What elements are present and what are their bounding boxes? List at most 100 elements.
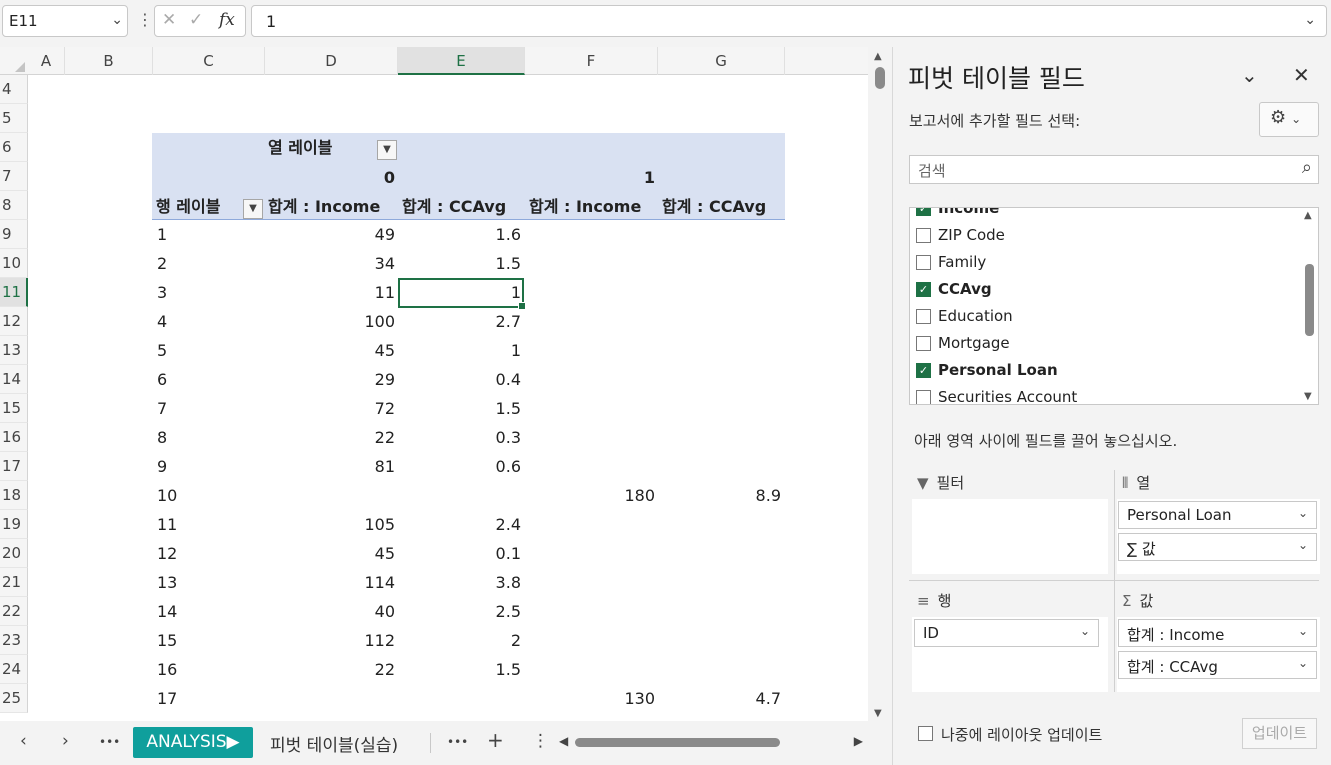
add-sheet-button[interactable]: + <box>487 728 504 752</box>
field-list-settings-button[interactable]: ⚙ ⌄ <box>1259 102 1319 137</box>
scrollbar-thumb[interactable] <box>875 67 885 89</box>
pivot-value-cell[interactable] <box>525 626 655 655</box>
pivot-value-cell[interactable]: 22 <box>265 655 395 684</box>
value-field-item[interactable]: 합계 : CCAvg ⌄ <box>1118 651 1317 679</box>
field-list[interactable]: ✓ Income ZIP Code Family ✓ CCAvg Education Mort… <box>909 207 1319 405</box>
pane-options-chevron-icon[interactable]: ⌄ <box>1241 63 1258 87</box>
row-header[interactable]: 25 <box>0 684 28 713</box>
cancel-icon[interactable]: ✕ <box>162 10 176 30</box>
pivot-value-cell[interactable] <box>525 278 655 307</box>
pivot-row-id[interactable]: 10 <box>157 481 257 510</box>
pivot-value-cell[interactable]: 8.9 <box>658 481 781 510</box>
close-icon[interactable]: ✕ <box>1293 63 1310 87</box>
pivot-value-cell[interactable]: 2.4 <box>398 510 521 539</box>
pivot-value-cell[interactable]: 1.5 <box>398 655 521 684</box>
pivot-value-cell[interactable]: 45 <box>265 539 395 568</box>
pivot-value-cell[interactable]: 2.5 <box>398 597 521 626</box>
scrollbar-thumb[interactable] <box>575 738 780 747</box>
pivot-value-cell[interactable]: 180 <box>525 481 655 510</box>
row-header[interactable]: 18 <box>0 481 28 510</box>
scroll-right-icon[interactable]: ▶ <box>854 734 863 748</box>
row-header[interactable]: 8 <box>0 191 28 220</box>
row-header[interactable]: 22 <box>0 597 28 626</box>
column-header-a[interactable]: A <box>28 47 65 75</box>
checkbox-checked-icon[interactable]: ✓ <box>916 282 931 297</box>
pivot-value-cell[interactable]: 2 <box>398 626 521 655</box>
chevron-down-icon[interactable]: ⌄ <box>1298 656 1308 670</box>
pivot-value-cell[interactable]: 0.1 <box>398 539 521 568</box>
pivot-value-cell[interactable] <box>658 365 781 394</box>
chevron-down-icon[interactable]: ⌄ <box>1298 506 1308 520</box>
pivot-value-cell[interactable] <box>265 481 395 510</box>
checkbox-checked-icon[interactable]: ✓ <box>916 208 931 216</box>
checkbox-icon[interactable] <box>916 228 931 243</box>
pivot-value-cell[interactable] <box>525 568 655 597</box>
chevron-down-icon[interactable]: ⌄ <box>1298 624 1308 638</box>
scroll-up-icon[interactable]: ▲ <box>1304 210 1312 221</box>
pivot-row-id[interactable]: 15 <box>157 626 257 655</box>
column-header-d[interactable]: D <box>265 47 398 75</box>
pivot-value-cell[interactable] <box>658 510 781 539</box>
defer-checkbox[interactable] <box>918 726 933 741</box>
pivot-row-id[interactable]: 4 <box>157 307 257 336</box>
row-header[interactable]: 15 <box>0 394 28 423</box>
sheet-tab-pivot-practice[interactable]: 피벗 테이블(실습) <box>270 731 398 756</box>
update-button[interactable]: 업데이트 <box>1242 718 1317 749</box>
pivot-value-cell[interactable]: 0.6 <box>398 452 521 481</box>
sheet-tab-analysis[interactable]: ANALYSIS▶ <box>133 727 253 758</box>
grid-vertical-scrollbar[interactable]: ▲ ▼ <box>871 47 889 721</box>
row-header[interactable]: 19 <box>0 510 28 539</box>
pivot-value-cell[interactable] <box>658 423 781 452</box>
search-icon[interactable]: ⌕ <box>1302 157 1312 178</box>
pivot-value-cell[interactable] <box>525 249 655 278</box>
pivot-value-cell[interactable]: 0.4 <box>398 365 521 394</box>
column-header-f[interactable]: F <box>525 47 658 75</box>
row-header[interactable]: 6 <box>0 133 28 162</box>
checkbox-icon[interactable] <box>916 309 931 324</box>
row-header[interactable]: 9 <box>0 220 28 249</box>
pivot-row-id[interactable]: 6 <box>157 365 257 394</box>
filter-drop-area[interactable] <box>912 499 1108 574</box>
pivot-value-cell[interactable]: 1 <box>398 336 521 365</box>
active-cell-selection[interactable] <box>398 278 526 310</box>
pivot-value-cell[interactable] <box>658 307 781 336</box>
pivot-value-cell[interactable]: 1.5 <box>398 249 521 278</box>
row-header[interactable]: 17 <box>0 452 28 481</box>
column-header-g[interactable]: G <box>658 47 785 75</box>
horizontal-scrollbar[interactable]: ◀ ▶ <box>557 733 867 751</box>
scroll-left-icon[interactable]: ◀ <box>559 734 568 748</box>
pivot-value-cell[interactable]: 1.5 <box>398 394 521 423</box>
pivot-value-cell[interactable]: 1.6 <box>398 220 521 249</box>
pivot-row-id[interactable]: 12 <box>157 539 257 568</box>
enter-check-icon[interactable]: ✓ <box>189 10 203 30</box>
pivot-value-cell[interactable]: 34 <box>265 249 395 278</box>
column-header-h[interactable] <box>785 47 868 75</box>
pivot-row-id[interactable]: 1 <box>157 220 257 249</box>
pivot-value-cell[interactable]: 40 <box>265 597 395 626</box>
row-header[interactable]: 10 <box>0 249 28 278</box>
pivot-value-cell[interactable]: 0.3 <box>398 423 521 452</box>
column-field-item[interactable]: Personal Loan ⌄ <box>1118 501 1317 529</box>
prev-sheet-icon[interactable]: ‹ <box>20 731 27 751</box>
pivot-value-cell[interactable]: 130 <box>525 684 655 713</box>
spreadsheet-grid[interactable]: A B C D E F G 4 5 6 7 8 9 10 11 12 13 14 15 16 17 18 19… <box>0 47 868 721</box>
chevron-down-icon[interactable]: ⌄ <box>1080 624 1090 638</box>
pivot-value-cell[interactable] <box>525 597 655 626</box>
scrollbar-thumb[interactable] <box>1305 264 1314 336</box>
row-header[interactable]: 11 <box>0 278 28 307</box>
pivot-value-cell[interactable] <box>525 336 655 365</box>
pivot-row-id[interactable]: 17 <box>157 684 257 713</box>
pivot-value-cell[interactable] <box>525 510 655 539</box>
pivot-value-cell[interactable]: 11 <box>265 278 395 307</box>
pivot-value-cell[interactable] <box>658 220 781 249</box>
column-header-c[interactable]: C <box>153 47 265 75</box>
pivot-value-cell[interactable] <box>658 336 781 365</box>
pivot-value-cell[interactable]: 100 <box>265 307 395 336</box>
field-list-scrollbar[interactable]: ▲ ▼ <box>1300 208 1318 404</box>
pivot-value-cell[interactable]: 114 <box>265 568 395 597</box>
checkbox-icon[interactable] <box>916 336 931 351</box>
pivot-value-cell[interactable]: 22 <box>265 423 395 452</box>
column-header-e[interactable]: E <box>398 47 525 75</box>
pivot-value-cell[interactable] <box>525 220 655 249</box>
pivot-value-cell[interactable] <box>658 539 781 568</box>
